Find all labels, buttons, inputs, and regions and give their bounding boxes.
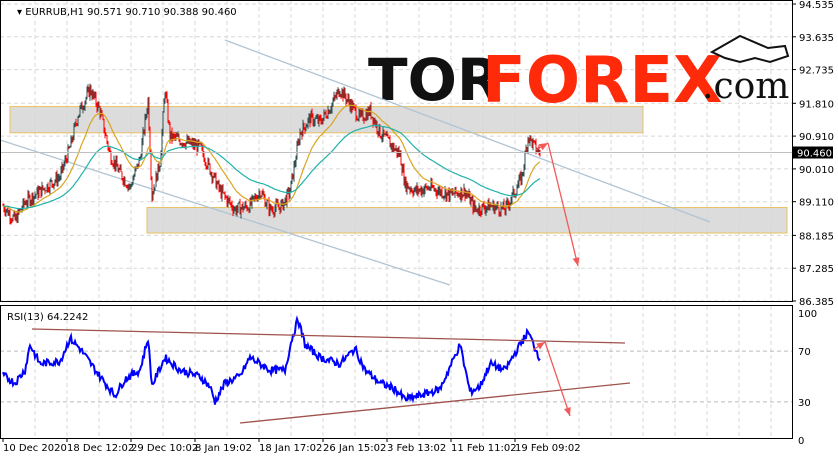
current-price-label: 90.460 [797, 149, 832, 160]
time-label: 18 Dec 12:02 [67, 443, 134, 454]
symbol-header: ▾ EURRUB,H1 90.571 90.710 90.388 90.460 [17, 7, 237, 18]
rsi-resistance-line [31, 328, 626, 344]
time-label: 18 Jan 17:02 [259, 443, 322, 454]
chart-window: TOR FOREX .com 94.535 93.635 92.735 91.810 9… [0, 0, 838, 458]
price-forecast-arrow [547, 142, 579, 267]
time-label: 10 Dec 2020 [3, 443, 67, 454]
rsi-indicator [2, 315, 631, 424]
logo: TOR FOREX .com [368, 34, 790, 118]
rsi-line [2, 315, 541, 405]
chart-canvas[interactable]: TOR FOREX .com 94.535 93.635 92.735 91.810 9… [0, 0, 838, 458]
price-tick-label: 89.110 [799, 198, 834, 209]
rsi-forecast-arrow-head [564, 407, 571, 416]
time-label: 3 Feb 13:02 [387, 443, 446, 454]
price-forecast-arrow-head [572, 257, 580, 266]
rsi-tick-label: 0 [798, 436, 804, 447]
time-label: 29 Dec 10:02 [131, 443, 198, 454]
rsi-panel-border [0, 305, 793, 439]
price-tick-label: 93.635 [799, 33, 834, 44]
price-tick-label: 90.910 [799, 132, 834, 143]
rsi-tick-label: 30 [798, 398, 811, 409]
rsi-tick-label: 100 [798, 309, 817, 320]
price-tick-label: 86.385 [799, 297, 834, 308]
rsi-tick-label: 70 [798, 347, 811, 358]
price-tick-label: 87.285 [799, 264, 834, 275]
price-tick-label: 90.010 [799, 165, 834, 176]
price-tick-label: 92.735 [799, 66, 834, 77]
rsi-arrow-peak-head [536, 342, 545, 350]
rsi-forecast-arrow [544, 341, 571, 417]
bull-icon [709, 34, 790, 64]
time-label: 8 Jan 19:02 [195, 443, 252, 454]
price-tick-label: 94.535 [799, 0, 834, 11]
logo-com: .com [702, 66, 789, 107]
rsi-label: RSI(13) 64.2242 [7, 312, 88, 323]
time-label: 11 Feb 11:02 [451, 443, 517, 454]
time-label: 26 Jan 15:02 [323, 443, 386, 454]
price-tick-label: 88.185 [799, 231, 834, 242]
time-label: 19 Feb 09:02 [515, 443, 581, 454]
price-tick-label: 91.810 [799, 99, 834, 110]
